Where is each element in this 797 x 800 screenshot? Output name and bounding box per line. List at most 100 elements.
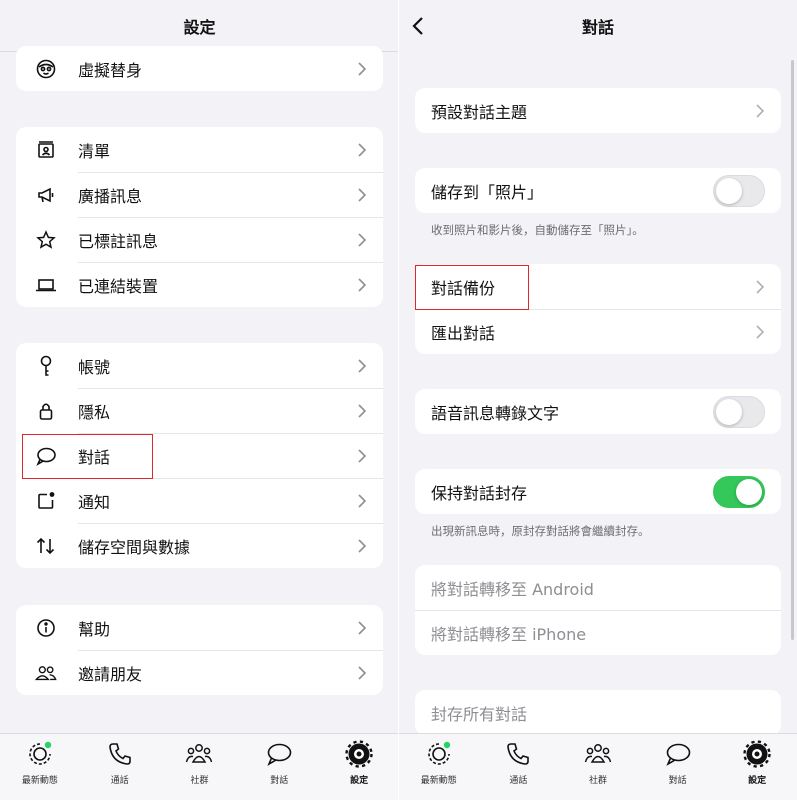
settings-item-label: 通知 [78,492,111,512]
page-title: 對話 [581,18,614,37]
phone-icon [108,743,131,765]
transcribe-card: 語音訊息轉錄文字 [415,389,781,434]
tab-calls[interactable]: 通話 [479,734,559,800]
settings-item-label: 封存所有對話 [431,704,528,724]
tab-label: 社群 [190,776,209,786]
chat-bubble-icon [35,445,57,467]
settings-item-label: 預設對話主題 [431,102,528,122]
tab-label: 設定 [748,776,767,786]
star-icon [35,229,57,251]
chevron-right-icon [358,448,367,463]
scrollbar[interactable] [791,60,794,640]
data-transfer-icon [35,535,57,557]
megaphone-icon [35,184,57,206]
community-icon [584,744,612,763]
settings-screen: 設定 虛擬替身 清單 廣播訊息 已標註訊息 已連結裝置 帳號 隱私 對話 通知 … [0,0,399,800]
settings-item-help[interactable]: 幫助 [16,605,383,650]
default-chat-theme-item[interactable]: 預設對話主題 [415,88,781,133]
settings-item-invite[interactable]: 邀請朋友 [16,650,383,695]
phone-icon [507,743,530,765]
archive-all-chats-item[interactable]: 封存所有對話 [415,690,781,735]
keep-archived-card: 保持對話封存 [415,469,781,514]
tab-label: 通話 [509,776,528,786]
chat-backup-item[interactable]: 對話備份 [415,264,781,309]
settings-group-tools: 清單 廣播訊息 已標註訊息 已連結裝置 [16,127,383,307]
settings-navbar: 設定 [0,0,399,52]
settings-item-label: 幫助 [78,619,111,639]
updates-icon [428,741,450,765]
settings-item-account[interactable]: 帳號 [16,343,383,388]
chevron-right-icon [358,403,367,418]
chats-navbar: 對話 [399,0,797,52]
settings-group-account: 帳號 隱私 對話 通知 儲存空間與數據 [16,343,383,568]
tab-updates[interactable]: 最新動態 [399,734,479,800]
tab-chats[interactable]: 對話 [638,734,718,800]
chevron-right-icon [358,187,367,202]
voice-transcription-item: 語音訊息轉錄文字 [415,389,781,434]
settings-item-label: 將對話轉移至 Android [431,579,594,599]
settings-item-label: 儲存空間與數據 [78,537,191,557]
settings-item-privacy[interactable]: 隱私 [16,388,383,433]
backup-card: 對話備份 匯出對話 [415,264,781,354]
settings-item-label: 隱私 [78,402,111,422]
gear-icon [743,740,771,768]
chat-bubble-icon [665,743,690,766]
settings-item-linked-devices[interactable]: 已連結裝置 [16,262,383,307]
tab-bar: 最新動態 通話 社群 對話 設定 [0,733,399,800]
settings-item-label: 已連結裝置 [78,276,159,296]
keep-archived-note: 出現新訊息時，原封存對話將會繼續封存。 [431,524,650,538]
tab-calls[interactable]: 通話 [80,734,160,800]
settings-item-label: 廣播訊息 [78,186,143,206]
tab-communities[interactable]: 社群 [160,734,240,800]
settings-item-chats[interactable]: 對話 [16,433,383,478]
settings-item-broadcast[interactable]: 廣播訊息 [16,172,383,217]
voice-transcription-toggle[interactable] [713,395,765,428]
settings-item-notifications[interactable]: 通知 [16,478,383,523]
tab-communities[interactable]: 社群 [558,734,638,800]
tab-chats[interactable]: 對話 [239,734,319,800]
transfer-to-android-item[interactable]: 將對話轉移至 Android [415,565,781,610]
export-chat-item[interactable]: 匯出對話 [415,309,781,354]
tab-label: 設定 [350,776,369,786]
laptop-icon [35,274,57,296]
people-icon [35,662,57,684]
settings-item-lists[interactable]: 清單 [16,127,383,172]
toggle-knob [716,177,742,204]
tab-bar: 最新動態 通話 社群 對話 設定 [399,733,797,800]
keep-chats-archived-toggle[interactable] [713,475,765,508]
tab-label: 社群 [588,776,607,786]
tab-settings[interactable]: 設定 [319,734,399,800]
avatar-card: 虛擬替身 [16,46,383,91]
chevron-right-icon [358,142,367,157]
settings-item-label: 語音訊息轉錄文字 [431,403,560,423]
tab-settings[interactable]: 設定 [717,734,797,800]
keep-chats-archived-item: 保持對話封存 [415,469,781,514]
transfer-to-iphone-item[interactable]: 將對話轉移至 iPhone [415,610,781,655]
settings-item-starred[interactable]: 已標註訊息 [16,217,383,262]
tab-updates[interactable]: 最新動態 [0,734,80,800]
settings-item-label: 邀請朋友 [78,664,143,684]
chevron-right-icon [358,493,367,508]
toggle-knob [716,398,742,425]
chevron-right-icon [358,620,367,635]
back-chevron-icon[interactable] [407,14,431,38]
settings-item-label: 保持對話封存 [431,483,528,503]
settings-group-help: 幫助 邀請朋友 [16,605,383,695]
info-icon [35,617,57,639]
settings-item-storage[interactable]: 儲存空間與數據 [16,523,383,568]
chevron-right-icon [358,277,367,292]
save-photos-note: 收到照片和影片後，自動儲存至「照片」。 [431,223,644,237]
updates-icon [29,741,52,765]
chevron-right-icon [358,358,367,373]
settings-item-avatar[interactable]: 虛擬替身 [16,46,383,91]
chevron-right-icon [358,61,367,76]
chevron-right-icon [756,103,765,118]
settings-item-label: 對話備份 [431,278,496,298]
save-to-photos-toggle[interactable] [713,174,765,207]
theme-card: 預設對話主題 [415,88,781,133]
settings-item-label: 已標註訊息 [78,231,159,251]
chevron-right-icon [358,665,367,680]
list-icon [35,139,57,161]
settings-item-label: 清單 [78,141,111,161]
toggle-knob [736,478,762,505]
